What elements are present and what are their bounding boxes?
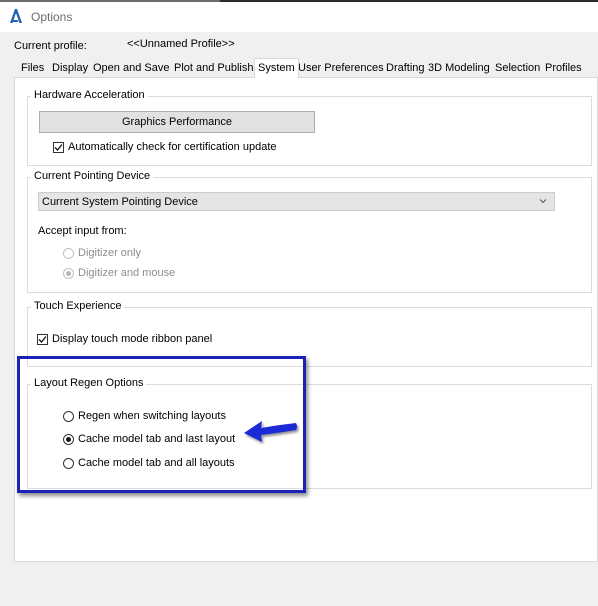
tab-drafting[interactable]: Drafting	[383, 60, 428, 77]
tab-selection[interactable]: Selection	[492, 60, 543, 77]
digitizer-only-radio[interactable]	[63, 248, 74, 259]
tab-files[interactable]: Files	[18, 60, 47, 77]
tab-profiles[interactable]: Profiles	[542, 60, 585, 77]
checkmark-icon	[38, 336, 47, 343]
annotation-arrow-icon	[242, 417, 300, 448]
pointing-device-group: Current Pointing Device Current System P…	[27, 170, 592, 293]
accept-input-label: Accept input from:	[38, 225, 127, 237]
tab-3d-modeling[interactable]: 3D Modeling	[425, 60, 493, 77]
graphics-performance-button[interactable]: Graphics Performance	[39, 111, 315, 133]
digitizer-and-mouse-label: Digitizer and mouse	[78, 267, 176, 279]
current-profile-value: <<Unnamed Profile>>	[127, 38, 235, 50]
pointing-device-title: Current Pointing Device	[31, 170, 154, 182]
chevron-down-icon	[538, 196, 548, 206]
autocad-logo-icon	[9, 8, 23, 24]
tab-system[interactable]: System	[254, 58, 299, 78]
pointing-device-dropdown[interactable]: Current System Pointing Device	[38, 192, 555, 211]
tab-display[interactable]: Display	[49, 60, 91, 77]
dialog-bottom-area	[0, 562, 598, 606]
hardware-acceleration-title: Hardware Acceleration	[31, 89, 148, 101]
current-profile-label: Current profile:	[14, 40, 87, 52]
touch-experience-title: Touch Experience	[31, 300, 125, 312]
title-bar: Options	[0, 2, 598, 32]
pointing-device-value: Current System Pointing Device	[42, 196, 198, 208]
digitizer-only-label: Digitizer only	[78, 247, 141, 259]
touch-ribbon-label: Display touch mode ribbon panel	[52, 333, 213, 345]
tab-user-preferences[interactable]: User Preferences	[295, 60, 387, 77]
digitizer-and-mouse-radio[interactable]	[63, 268, 74, 279]
tab-open-and-save[interactable]: Open and Save	[90, 60, 172, 77]
tab-plot-and-publish[interactable]: Plot and Publish	[171, 60, 257, 77]
radio-selected-dot	[66, 271, 71, 276]
certification-update-label: Automatically check for certification up…	[68, 141, 277, 153]
hardware-acceleration-group: Hardware Acceleration Graphics Performan…	[27, 89, 592, 166]
touch-ribbon-checkbox[interactable]	[37, 334, 48, 345]
checkmark-icon	[54, 144, 63, 151]
certification-update-checkbox[interactable]	[53, 142, 64, 153]
window-title: Options	[31, 10, 73, 24]
